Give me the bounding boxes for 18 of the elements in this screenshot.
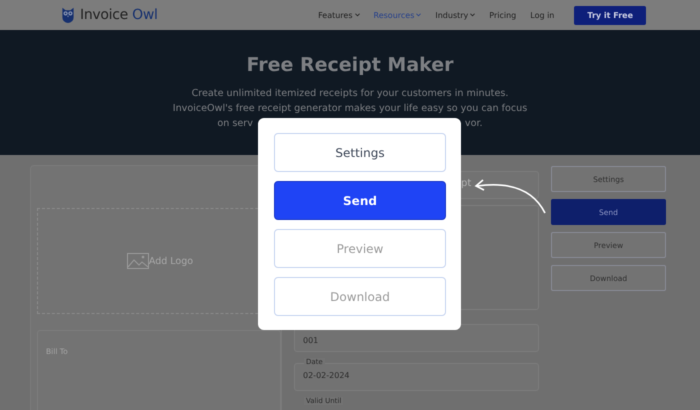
logo-text[interactable]: Invoice Owl [80,7,158,23]
nav-link[interactable]: Log in [530,10,554,20]
input-field[interactable]: 02-02-2024 [294,363,539,391]
nav-link[interactable]: Pricing [489,10,516,20]
hero-text: InvoiceOwl's free receipt generator makes your life easy so you can focus [172,102,528,116]
popup-button[interactable]: Settings [274,133,446,172]
hero-title: Free Receipt Maker [246,54,454,76]
nav-link[interactable]: Resources [374,10,422,20]
image-icon [126,253,149,269]
popup-button[interactable]: Send [274,181,446,220]
curved-arrow [474,179,546,214]
hero-text: vor. [464,117,483,131]
nav-link[interactable]: Industry [435,10,476,20]
owl-logo-icon [60,6,76,24]
hero-text: Create unlimited itemized receipts for your customers in minutes. [192,87,508,101]
nav-link[interactable]: Features [318,10,360,20]
try-free-button[interactable]: Try it Free [574,6,646,24]
hero-text: on serv [217,117,253,131]
